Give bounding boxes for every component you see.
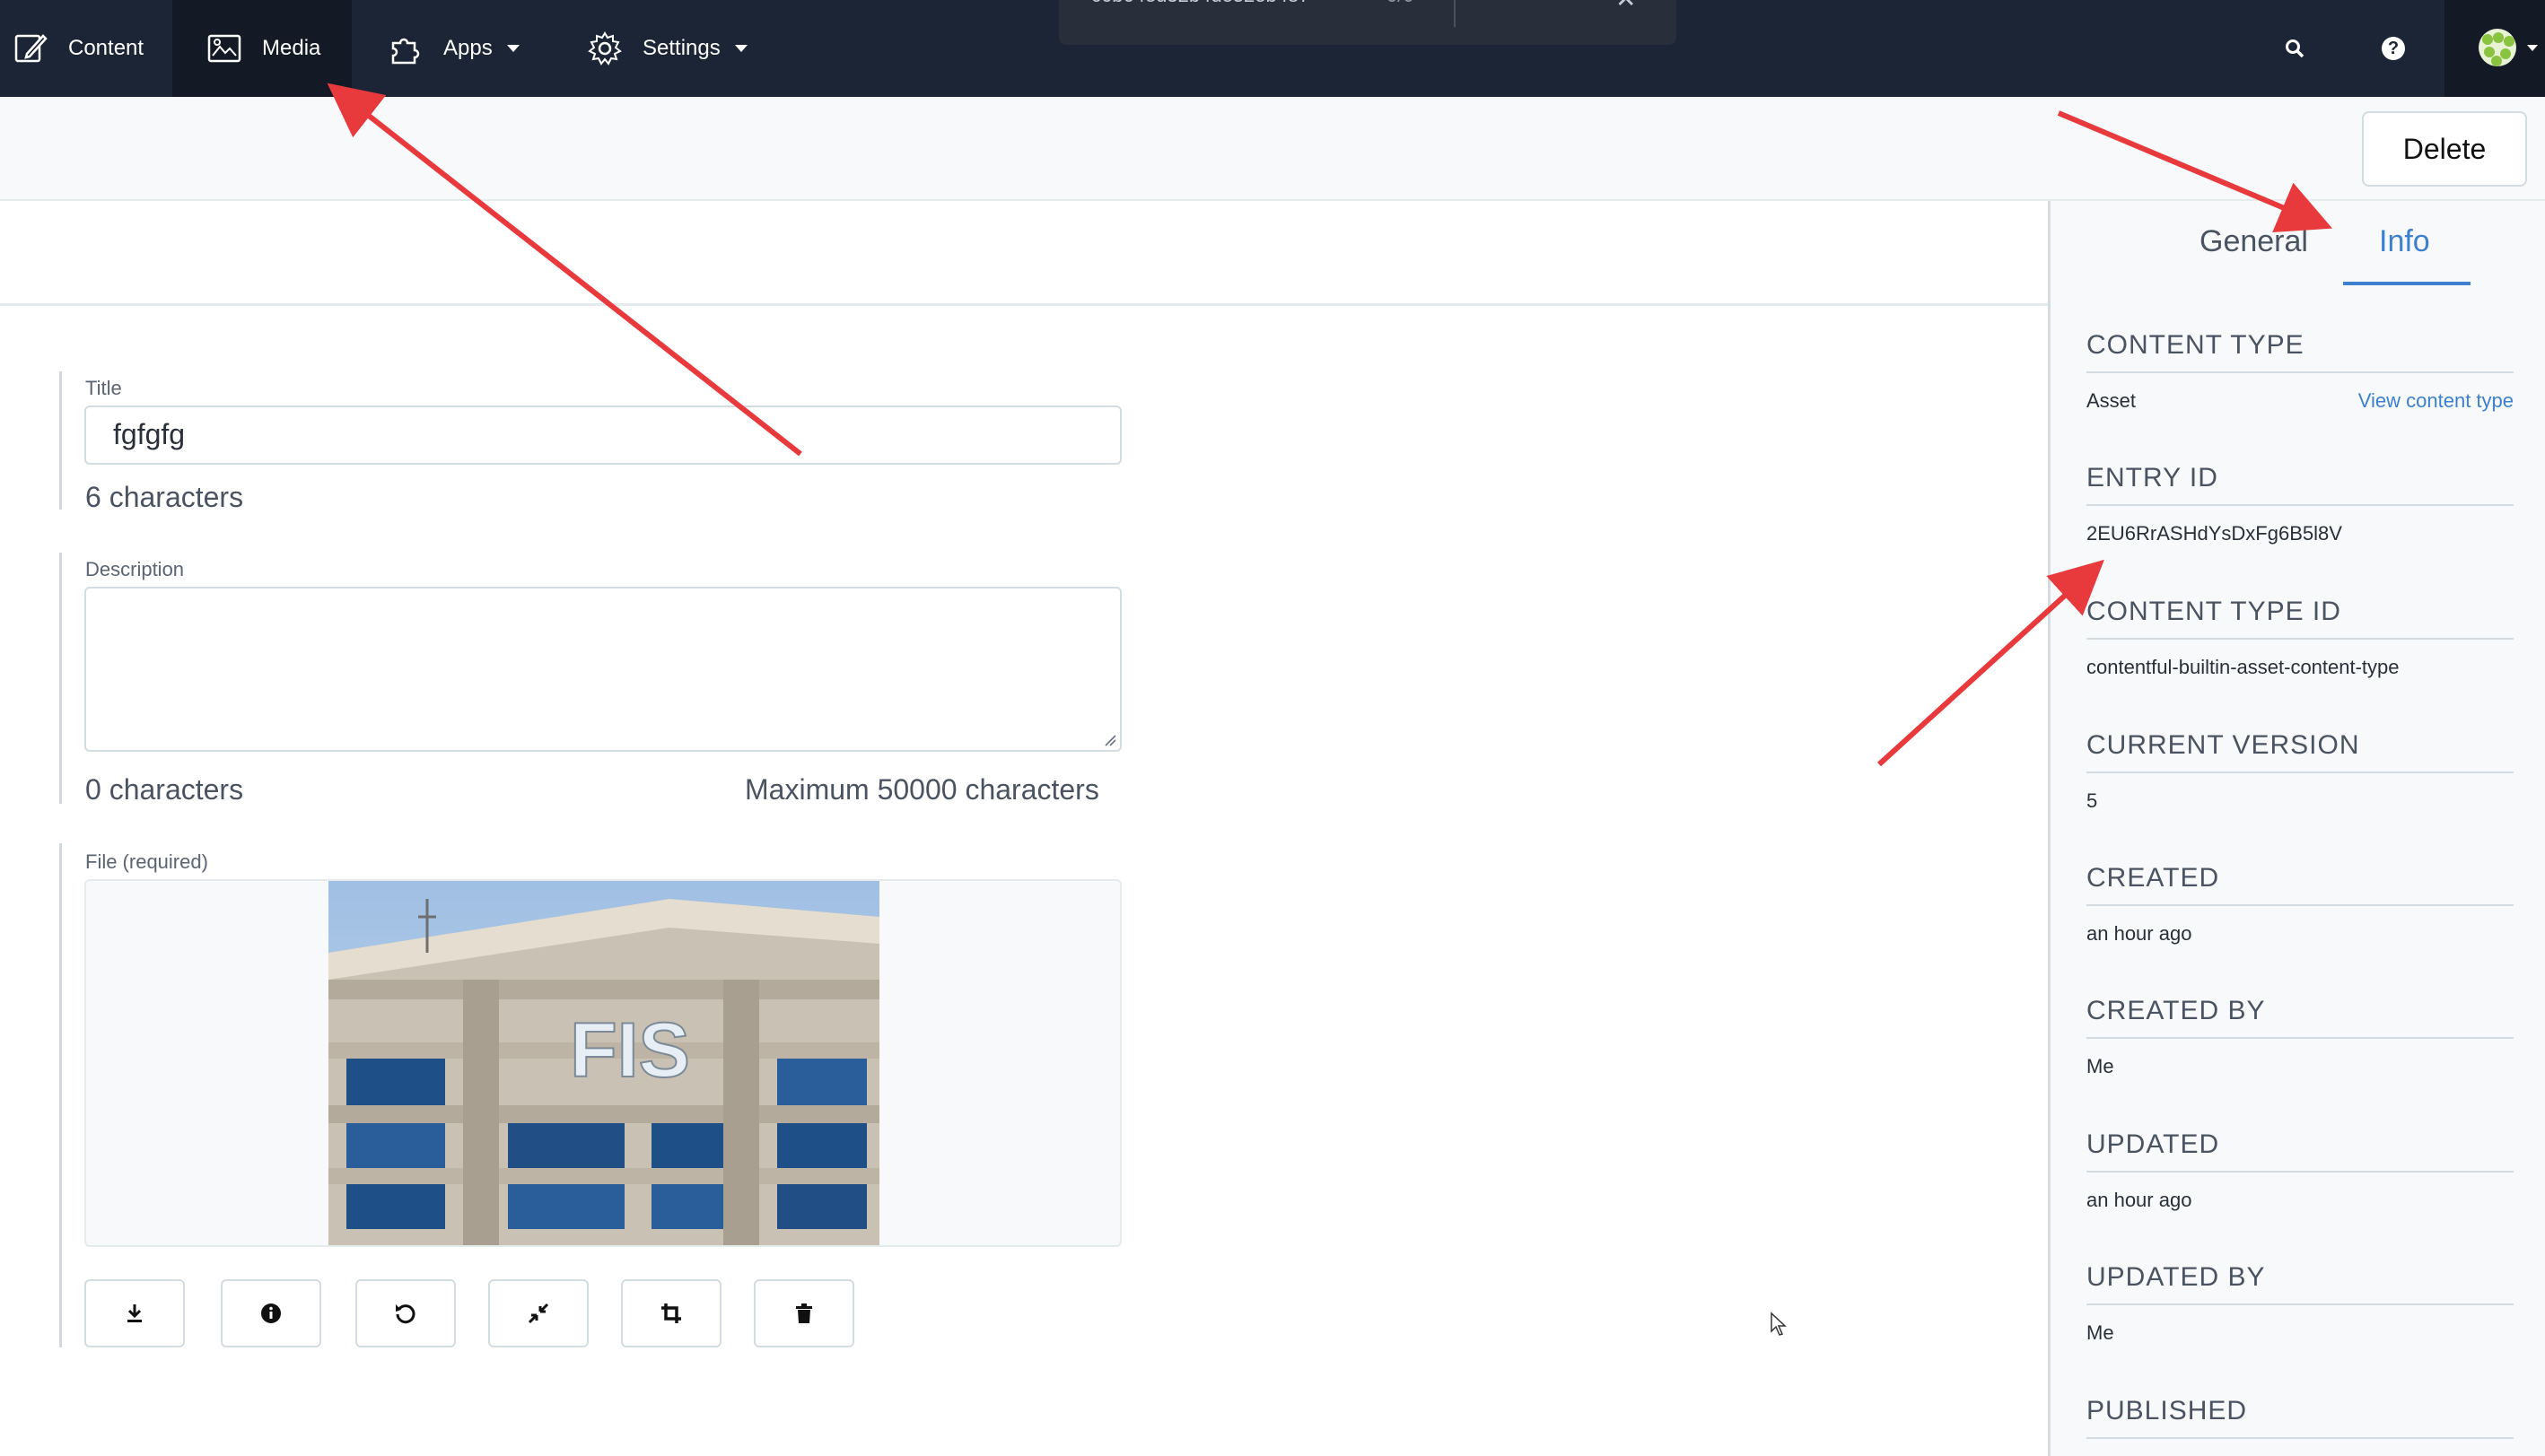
nav-settings[interactable]: Settings [587, 0, 766, 97]
search-icon [2286, 39, 2304, 58]
info-section-current-version: CURRENT VERSION 5 [2086, 730, 2514, 813]
delete-asset-button[interactable] [754, 1279, 854, 1347]
info-section-created-by: CREATED BY Me [2086, 996, 2514, 1078]
file-label: File (required) [85, 850, 208, 873]
nav-settings-label: Settings [643, 36, 721, 60]
nav-media[interactable]: Media [172, 0, 352, 97]
description-label: Description [85, 558, 185, 580]
info-section-updated: UPDATED an hour ago [2086, 1129, 2514, 1212]
search-button[interactable] [2270, 0, 2319, 97]
section-value: contentful-builtin-asset-content-type [2086, 656, 2400, 678]
active-tab-indicator [2343, 282, 2471, 285]
view-content-type-link[interactable]: View content type [2358, 389, 2514, 413]
section-title: CONTENT TYPE [2086, 330, 2514, 373]
crop-icon [661, 1303, 681, 1323]
nav-apps-label: Apps [443, 36, 493, 60]
asset-image[interactable]: FIS [328, 881, 879, 1245]
section-value: Me [2086, 1321, 2114, 1344]
entry-sidebar: General Info CONTENT TYPE Asset View con… [2048, 201, 2545, 1456]
description-field-marker [59, 553, 62, 804]
description-input[interactable] [84, 587, 1122, 752]
info-section-entry-id: ENTRY ID 2EU6RrASHdYsDxFg6B5l8V [2086, 463, 2514, 545]
resize-button[interactable] [488, 1279, 589, 1347]
chevron-down-icon [734, 45, 748, 52]
find-count: 0/0 [1386, 0, 1414, 7]
section-title: CREATED BY [2086, 996, 2514, 1039]
delete-button[interactable]: Delete [2362, 111, 2527, 187]
compress-icon [528, 1303, 549, 1324]
section-title: CREATED [2086, 863, 2514, 906]
top-navigation: Content Media Apps Settings c6b64ed32b4d… [0, 0, 2545, 97]
tab-info[interactable]: Info [2379, 224, 2430, 259]
media-icon [207, 34, 241, 63]
title-input[interactable]: fgfgfg [84, 405, 1122, 465]
section-title: CONTENT TYPE ID [2086, 597, 2514, 640]
info-section-updated-by: UPDATED BY Me [2086, 1262, 2514, 1345]
help-icon: ? [2382, 37, 2405, 60]
download-icon [127, 1304, 142, 1322]
section-title: UPDATED BY [2086, 1262, 2514, 1305]
title-value: fgfgfg [113, 418, 186, 450]
info-section-created: CREATED an hour ago [2086, 863, 2514, 946]
nav-media-label: Media [262, 36, 321, 60]
trash-icon [796, 1303, 812, 1323]
file-field-marker [59, 843, 62, 1347]
find-bar: c6b64ed32b4de52eb487 0/0 ⌃ ✕ [1059, 0, 1676, 45]
info-button[interactable] [221, 1279, 321, 1347]
description-char-count: 0 characters [85, 773, 244, 806]
chevron-down-icon [506, 45, 520, 52]
image-sign-text: FIS [570, 1007, 690, 1094]
account-menu[interactable] [2444, 0, 2545, 97]
mouse-pointer-icon [1771, 1312, 1787, 1336]
section-title: CURRENT VERSION [2086, 730, 2514, 773]
resize-handle-icon[interactable] [1104, 734, 1116, 746]
section-value: an hour ago [2086, 922, 2192, 945]
find-separator [1454, 0, 1456, 27]
section-title: PUBLISHED [2086, 1396, 2514, 1439]
nav-apps[interactable]: Apps [388, 0, 540, 97]
puzzle-icon [391, 38, 420, 65]
info-icon [261, 1303, 281, 1323]
help-button[interactable]: ? [2369, 0, 2418, 97]
chevron-up-icon[interactable]: ⌃ [1561, 0, 1578, 7]
section-title: ENTRY ID [2086, 463, 2514, 506]
title-label: Title [85, 377, 122, 399]
editor-header [0, 201, 2048, 306]
section-value: Me [2086, 1055, 2114, 1077]
title-field-marker [59, 371, 62, 510]
edit-icon [14, 34, 48, 63]
info-section-published: PUBLISHED [2086, 1396, 2514, 1439]
entry-toolbar [0, 97, 2545, 201]
info-section-content-type: CONTENT TYPE Asset View content type [2086, 330, 2514, 413]
section-value: 2EU6RrASHdYsDxFg6B5l8V [2086, 522, 2342, 545]
nav-content[interactable]: Content [13, 0, 174, 97]
title-char-count: 6 characters [85, 481, 244, 513]
section-value: 5 [2086, 789, 2098, 812]
tab-general[interactable]: General [2200, 224, 2308, 259]
gear-icon [588, 31, 622, 65]
file-preview: FIS [84, 879, 1122, 1247]
close-icon[interactable]: ✕ [1615, 0, 1636, 13]
rotate-button[interactable] [355, 1279, 456, 1347]
find-query[interactable]: c6b64ed32b4de52eb487 [1091, 0, 1309, 7]
avatar [2479, 29, 2516, 66]
rotate-icon [396, 1304, 415, 1324]
description-max-chars: Maximum 50000 characters [745, 773, 1099, 806]
download-button[interactable] [84, 1279, 185, 1347]
nav-content-label: Content [68, 36, 144, 60]
crop-button[interactable] [621, 1279, 722, 1347]
section-value: an hour ago [2086, 1189, 2192, 1211]
chevron-down-icon [2527, 45, 2538, 51]
section-title: UPDATED [2086, 1129, 2514, 1173]
info-section-content-type-id: CONTENT TYPE ID contentful-builtin-asset… [2086, 597, 2514, 679]
